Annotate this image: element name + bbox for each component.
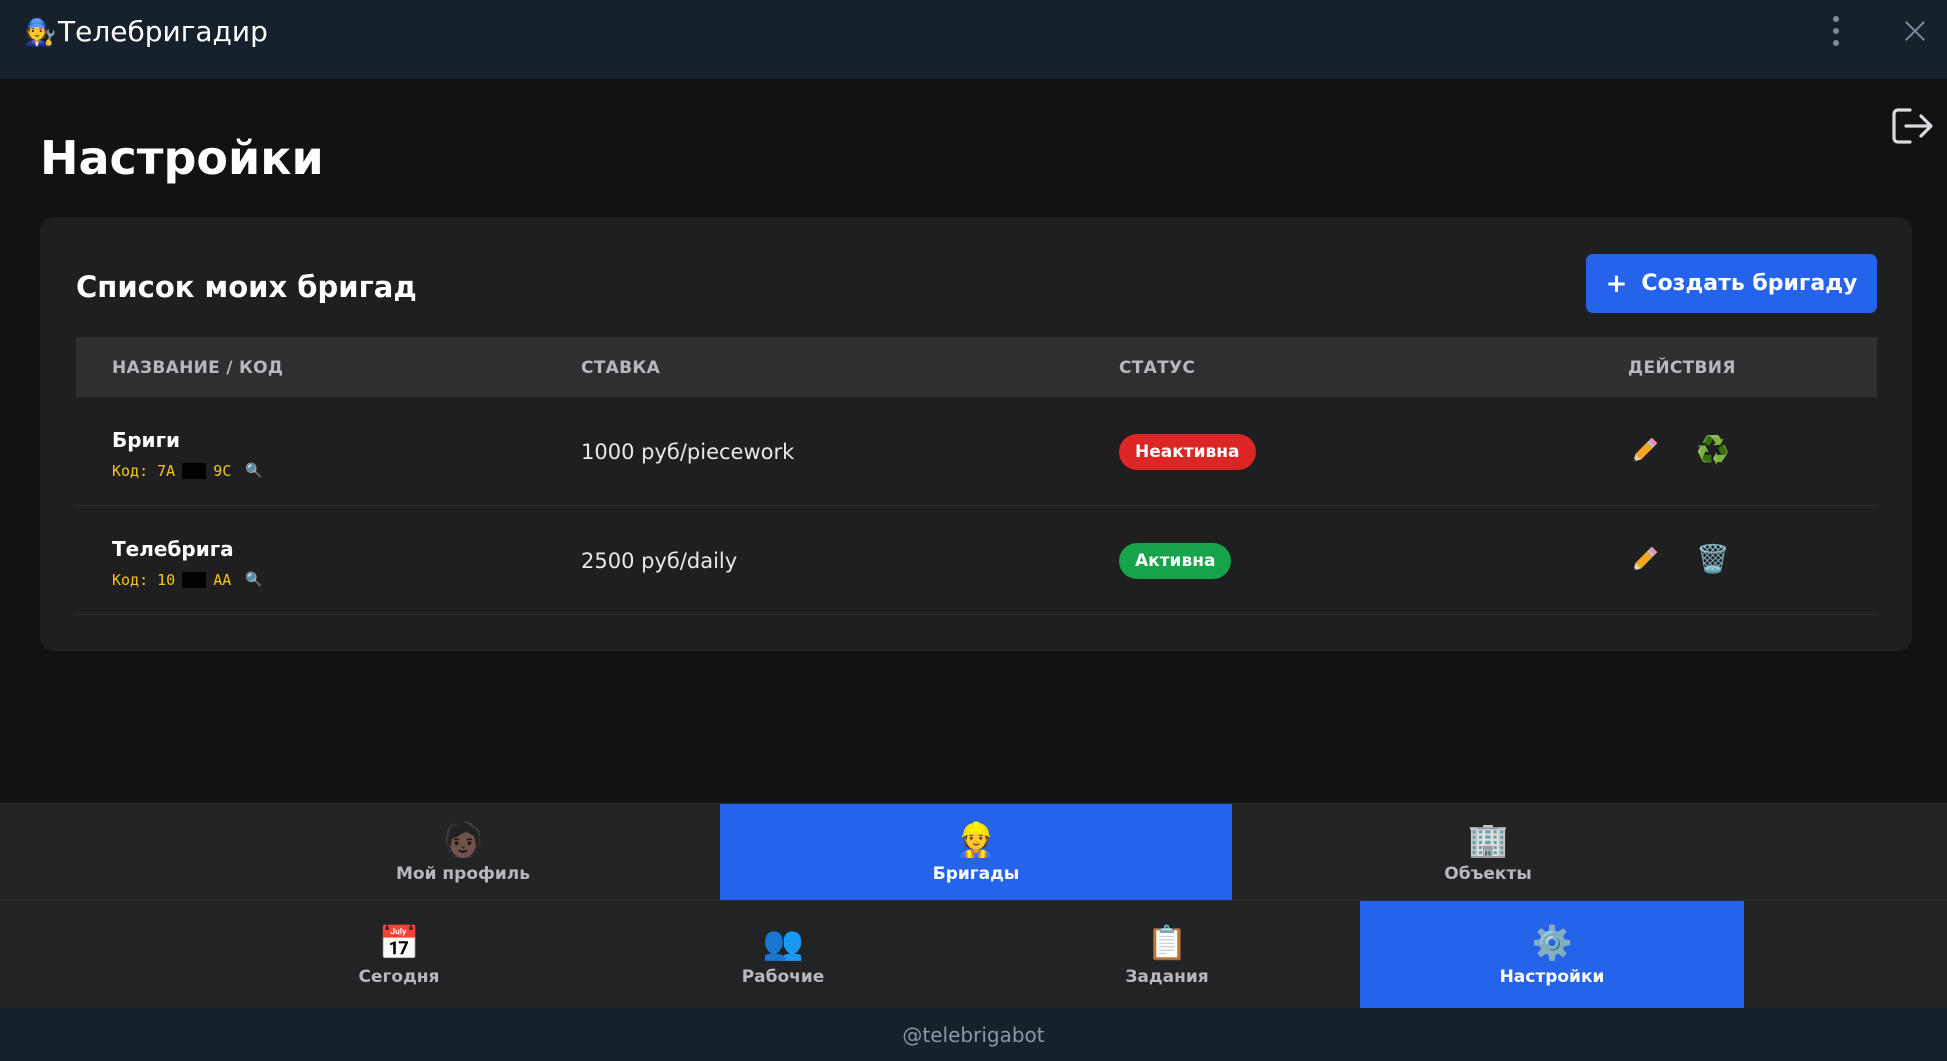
brigade-code-suffix: AA bbox=[213, 571, 232, 589]
nav-label: Бригады bbox=[932, 864, 1020, 884]
table-header: НАЗВАНИЕ / КОД СТАВКА СТАТУС ДЕЙСТВИЯ bbox=[76, 337, 1877, 397]
profile-person-icon: 🧑🏿 bbox=[442, 820, 484, 859]
app-title: Телебригадир bbox=[58, 15, 268, 48]
column-header-status: СТАТУС bbox=[1119, 358, 1196, 378]
column-header-rate: СТАВКА bbox=[581, 358, 661, 378]
clipboard-icon: 📋 bbox=[1146, 922, 1188, 962]
status-badge: Активна bbox=[1119, 543, 1232, 579]
calendar-icon: 📅 bbox=[378, 922, 420, 962]
column-header-name: НАЗВАНИЕ / КОД bbox=[112, 358, 284, 378]
brigades-card: Список моих бригад + Создать бригаду НАЗ… bbox=[40, 217, 1912, 651]
nav-label: Настройки bbox=[1499, 966, 1605, 987]
construction-worker-icon: 👷 bbox=[955, 820, 997, 859]
page-title: Настройки bbox=[40, 131, 324, 185]
create-brigade-button[interactable]: + Создать бригаду bbox=[1586, 254, 1877, 313]
gear-icon: ⚙️ bbox=[1531, 922, 1573, 962]
logout-icon[interactable] bbox=[1890, 104, 1936, 148]
more-menu-icon[interactable] bbox=[1826, 16, 1846, 46]
table-row: Бриги Код: 7A 9C 🔍 1000 руб/piecework Неа… bbox=[76, 397, 1877, 506]
card-title: Список моих бригад bbox=[76, 270, 417, 304]
status-badge: Неактивна bbox=[1119, 434, 1256, 470]
brigade-rate: 1000 руб/piecework bbox=[581, 440, 795, 464]
bot-username-footer: @telebrigabot bbox=[0, 1008, 1947, 1061]
brigade-code-prefix: Код: 10 bbox=[112, 571, 176, 589]
nav-item-settings[interactable]: ⚙️ Настройки bbox=[1360, 901, 1744, 1008]
brigade-name: Бриги bbox=[112, 428, 181, 452]
brigade-code-prefix: Код: 7A bbox=[112, 462, 176, 480]
nav-item-today[interactable]: 📅 Сегодня bbox=[207, 901, 591, 1008]
table-row: Телебрига Код: 10 AA 🔍 2500 руб/daily Акт… bbox=[76, 506, 1877, 615]
delete-trash-icon[interactable]: 🗑️ bbox=[1696, 544, 1730, 576]
title-bar: 🧑‍🔧 Телебригадир bbox=[0, 0, 1947, 79]
edit-pencil-icon[interactable] bbox=[1628, 544, 1660, 576]
nav-label: Объекты bbox=[1444, 864, 1532, 884]
restore-recycle-icon[interactable]: ♻️ bbox=[1696, 435, 1730, 467]
nav-item-objects[interactable]: 🏢 Объекты bbox=[1232, 804, 1744, 900]
nav-label: Мой профиль bbox=[396, 864, 530, 884]
redacted-block bbox=[182, 463, 207, 479]
create-brigade-label: Создать бригаду bbox=[1641, 271, 1858, 296]
nav-item-brigades[interactable]: 👷 Бригады bbox=[720, 804, 1232, 900]
brigade-code: Код: 10 AA 🔍 bbox=[112, 570, 263, 590]
nav-row-bottom: 📅 Сегодня 👥 Рабочие 📋 Задания ⚙️ Настрой… bbox=[0, 900, 1947, 1008]
close-icon[interactable] bbox=[1900, 16, 1930, 46]
office-building-icon: 🏢 bbox=[1467, 820, 1509, 859]
magnifier-icon[interactable]: 🔍 bbox=[245, 461, 262, 481]
magnifier-icon[interactable]: 🔍 bbox=[245, 570, 262, 590]
nav-label: Рабочие bbox=[741, 966, 825, 987]
brigades-table: НАЗВАНИЕ / КОД СТАВКА СТАТУС ДЕЙСТВИЯ Бр… bbox=[76, 337, 1877, 615]
edit-pencil-icon[interactable] bbox=[1628, 435, 1660, 467]
plus-icon: + bbox=[1605, 268, 1628, 299]
brigade-code: Код: 7A 9C 🔍 bbox=[112, 461, 263, 481]
people-icon: 👥 bbox=[762, 922, 804, 962]
nav-item-tasks[interactable]: 📋 Задания bbox=[975, 901, 1359, 1008]
nav-row-top: 🧑🏿 Мой профиль 👷 Бригады 🏢 Объекты bbox=[0, 803, 1947, 900]
column-header-actions: ДЕЙСТВИЯ bbox=[1628, 358, 1736, 378]
nav-label: Сегодня bbox=[358, 966, 440, 987]
brigade-name: Телебрига bbox=[112, 537, 234, 561]
app-icon: 🧑‍🔧 bbox=[24, 18, 57, 48]
nav-item-workers[interactable]: 👥 Рабочие bbox=[591, 901, 975, 1008]
nav-item-profile[interactable]: 🧑🏿 Мой профиль bbox=[207, 804, 719, 900]
brigade-rate: 2500 руб/daily bbox=[581, 549, 738, 573]
nav-label: Задания bbox=[1125, 966, 1209, 987]
redacted-block bbox=[182, 572, 207, 588]
brigade-code-suffix: 9C bbox=[213, 462, 232, 480]
